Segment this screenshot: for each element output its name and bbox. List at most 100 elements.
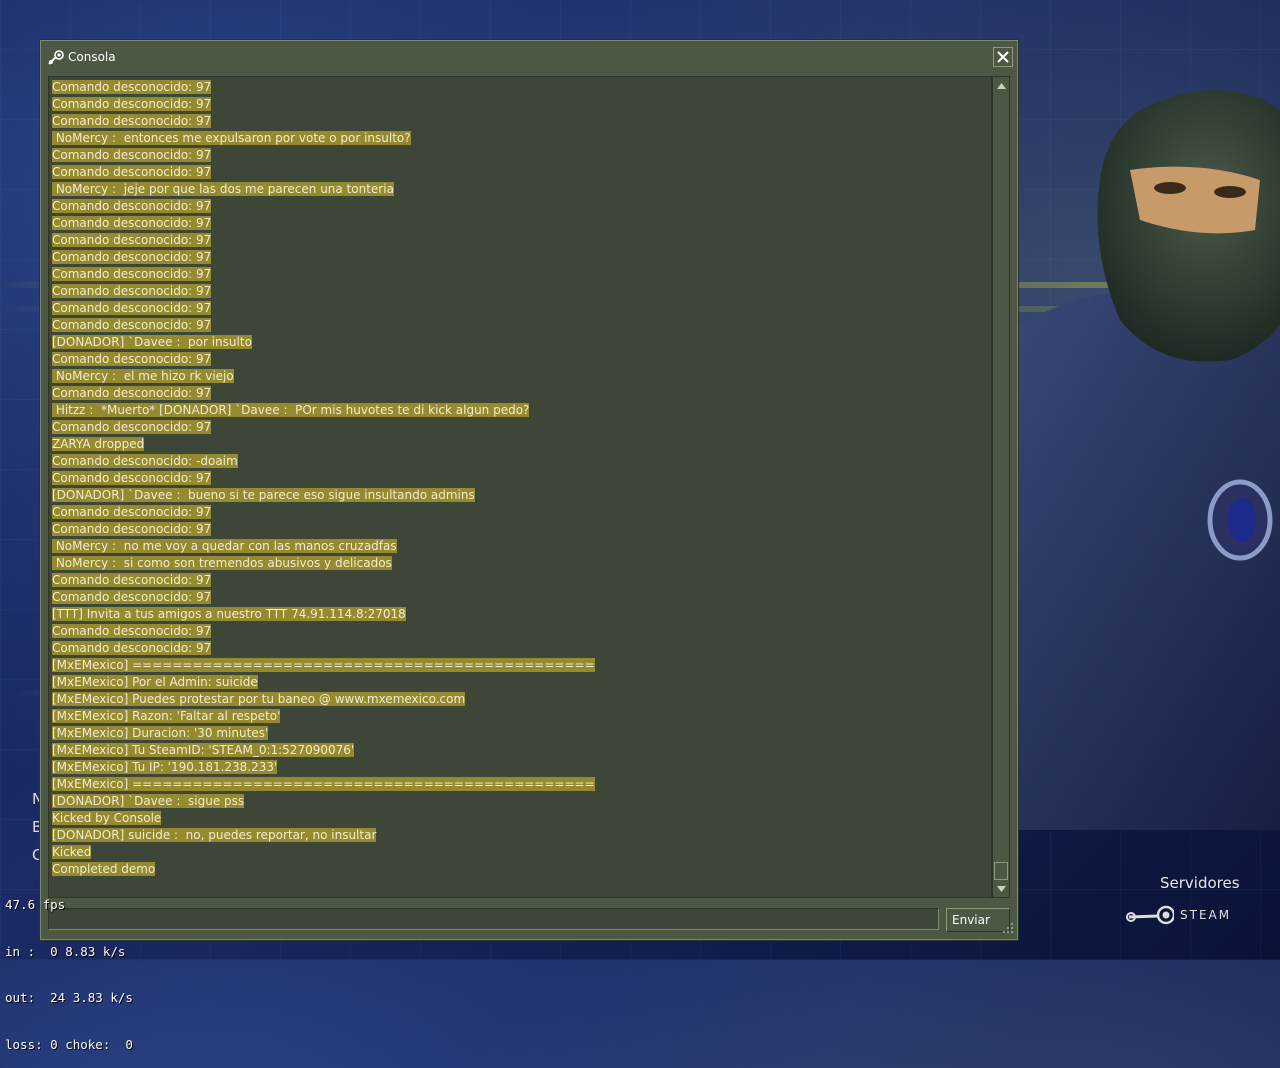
log-line: [DONADOR] `Davee : sigue pss [52,793,991,810]
log-line-text: Comando desconocido: 97 [52,318,212,332]
log-line-text: [MxEMexico] ============================… [52,658,595,672]
console-titlebar[interactable]: Consola [41,41,1017,75]
log-line-text: Comando desconocido: 97 [52,267,212,281]
log-line: [MxEMexico] Por el Admin: suicide [52,674,991,691]
scroll-thumb[interactable] [994,862,1008,880]
log-line-text: Comando desconocido: 97 [52,522,212,536]
log-line-text: [DONADOR] `Davee : sigue pss [52,794,245,808]
loss-readout: loss: 0 choke: 0 [5,1036,133,1052]
log-line: Comando desconocido: 97 [52,640,991,657]
servers-label[interactable]: Servidores [1160,874,1240,892]
log-line-text: [MxEMexico] Duracion: '30 minutes' [52,726,269,740]
steam-logo: STEAM [1126,904,1231,926]
log-line-text: Comando desconocido: 97 [52,165,212,179]
scroll-down-button[interactable] [993,881,1009,897]
log-line-text: Comando desconocido: 97 [52,250,212,264]
log-line: Comando desconocido: 97 [52,504,991,521]
counter-terrorist-artwork [990,90,1280,830]
log-line-text: [MxEMexico] Razon: 'Faltar al respeto' [52,709,281,723]
log-line: Comando desconocido: 97 [52,266,991,283]
log-line-text: Comando desconocido: 97 [52,148,212,162]
log-line-text: [MxEMexico] ============================… [52,777,595,791]
close-icon [997,51,1009,63]
log-line-text: [DONADOR] `Davee : por insulto [52,335,252,349]
log-line-text: Comando desconocido: 97 [52,386,212,400]
log-line-text: [TTT] Invita a tus amigos a nuestro TTT … [52,607,406,621]
log-line-text: Comando desconocido: 97 [52,216,212,230]
log-line-text: Kicked by Console [52,811,162,825]
log-scrollbar[interactable] [992,76,1010,898]
command-input[interactable] [48,908,939,930]
log-line-text: Comando desconocido: 97 [52,471,212,485]
log-line: Comando desconocido: 97 [52,351,991,368]
fps-readout: 47.6 fps [5,897,66,912]
log-line-text: NoMercy : si como son tremendos abusivos… [52,556,392,570]
log-line: Comando desconocido: 97 [52,385,991,402]
log-line: Completed demo [52,861,991,878]
log-line-text: [MxEMexico] Puedes protestar por tu bane… [52,692,466,706]
log-line: Comando desconocido: 97 [52,147,991,164]
log-line: [DONADOR] `Davee : por insulto [52,334,991,351]
log-line-text: NoMercy : jeje por que las dos me parece… [52,182,394,196]
log-line: [MxEMexico] Puedes protestar por tu bane… [52,691,991,708]
log-line: [MxEMexico] Duracion: '30 minutes' [52,725,991,742]
log-line: Comando desconocido: 97 [52,572,991,589]
log-line-text: [MxEMexico] Tu SteamID: 'STEAM_0:1:52709… [52,743,355,757]
log-line: [TTT] Invita a tus amigos a nuestro TTT … [52,606,991,623]
arrow-down-icon [996,886,1006,892]
log-line-text: Comando desconocido: 97 [52,301,212,315]
scroll-up-button[interactable] [993,78,1009,94]
log-line-text: Comando desconocido: 97 [52,624,212,638]
in-readout: in : 0 8.83 k/s [5,943,126,959]
log-line-text: Comando desconocido: 97 [52,590,212,604]
log-line: Comando desconocido: 97 [52,283,991,300]
log-line: Comando desconocido: 97 [52,113,991,130]
log-line: [MxEMexico] Tu IP: '190.181.238.233' [52,759,991,776]
log-line: [DONADOR] suicide : no, puedes reportar,… [52,827,991,844]
log-line: Comando desconocido: 97 [52,249,991,266]
log-line: [MxEMexico] ============================… [52,657,991,674]
log-line: Comando desconocido: 97 [52,317,991,334]
close-button[interactable] [993,47,1013,67]
log-line-text: [DONADOR] suicide : no, puedes reportar,… [52,828,377,842]
log-line: Comando desconocido: 97 [52,198,991,215]
out-readout: out: 24 3.83 k/s [5,990,133,1005]
log-line-text: Kicked [52,845,92,859]
log-line-text: NoMercy : entonces me expulsaron por vot… [52,131,411,145]
log-line-text: Comando desconocido: 97 [52,573,212,587]
log-line: [MxEMexico] ============================… [52,776,991,793]
log-line-text: Comando desconocido: 97 [52,80,212,94]
log-line-text: [MxEMexico] Por el Admin: suicide [52,675,258,689]
log-line-text: Hitzz : *Muerto* [DONADOR] `Davee : POr … [52,403,530,417]
log-line-text: ZARYA dropped [52,437,145,451]
log-line: NoMercy : jeje por que las dos me parece… [52,181,991,198]
log-line-text: Comando desconocido: 97 [52,114,212,128]
log-line-text: [DONADOR] `Davee : bueno si te parece es… [52,488,475,502]
log-line: NoMercy : no me voy a quedar con las man… [52,538,991,555]
log-line: Comando desconocido: 97 [52,623,991,640]
log-line-text: [MxEMexico] Tu IP: '190.181.238.233' [52,760,278,774]
log-line: [DONADOR] `Davee : bueno si te parece es… [52,487,991,504]
log-line: NoMercy : si como son tremendos abusivos… [52,555,991,572]
log-line: Comando desconocido: 97 [52,164,991,181]
console-title: Consola [68,50,116,64]
log-line-text: Comando desconocido: 97 [52,284,212,298]
resize-grip-icon[interactable] [1001,921,1015,935]
log-line-text: Comando desconocido: 97 [52,352,212,366]
log-line-text: Comando desconocido: 97 [52,505,212,519]
log-line-text: NoMercy : el me hizo rk viejo [52,369,234,383]
console-log[interactable]: Comando desconocido: 97 Comando desconoci… [48,76,992,898]
log-line: Kicked [52,844,991,861]
log-line: Comando desconocido: 97 [52,79,991,96]
log-line: [MxEMexico] Razon: 'Faltar al respeto' [52,708,991,725]
steam-icon [48,50,64,65]
log-line-text: Comando desconocido: -doaim [52,454,238,468]
net-graph: 47.6 fps in : 0 8.83 k/s out: 24 3.83 k/… [5,866,133,1068]
log-line: Comando desconocido: 97 [52,300,991,317]
log-line: [MxEMexico] Tu SteamID: 'STEAM_0:1:52709… [52,742,991,759]
log-line: NoMercy : entonces me expulsaron por vot… [52,130,991,147]
log-line: Comando desconocido: 97 [52,419,991,436]
arrow-up-icon [996,83,1006,89]
log-line-text: Comando desconocido: 97 [52,641,212,655]
steam-icon [1126,905,1174,925]
